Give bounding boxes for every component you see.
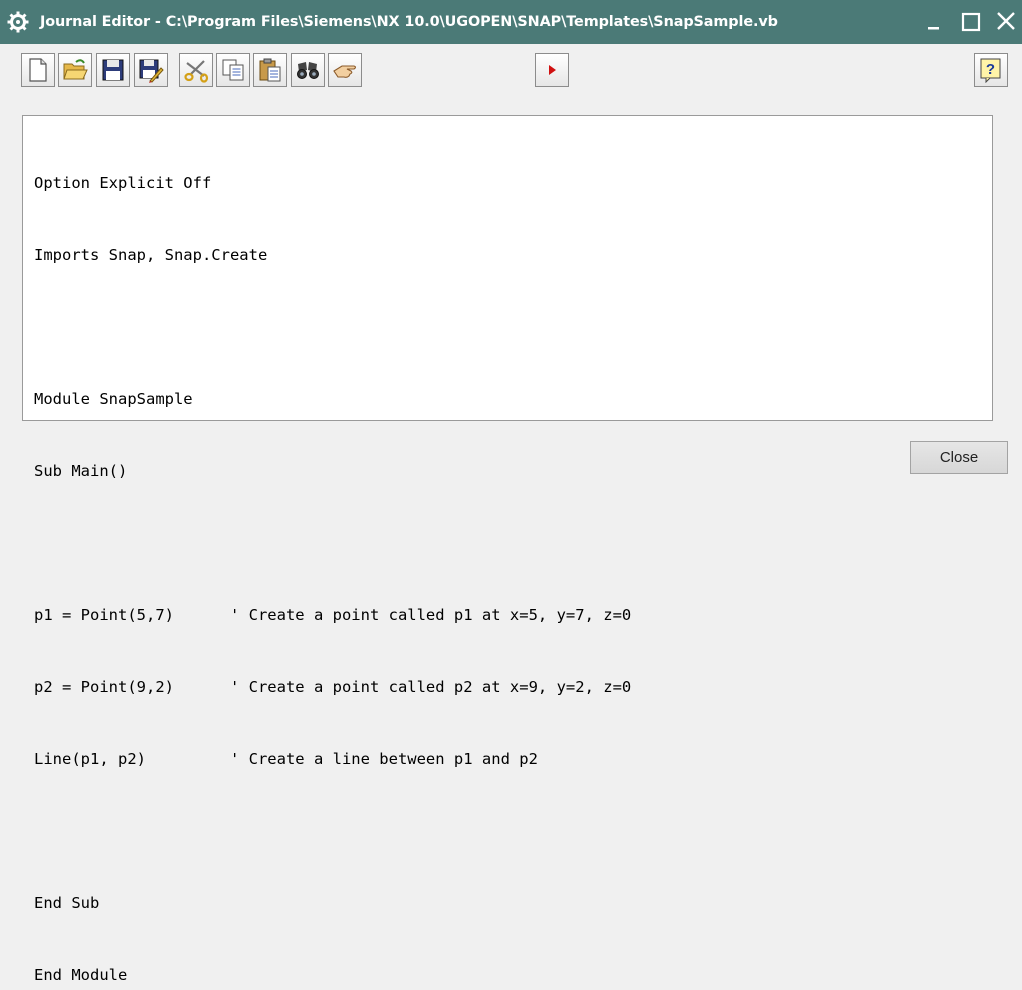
run-button[interactable] <box>535 53 569 87</box>
save-icon <box>102 59 124 81</box>
copy-icon <box>222 59 244 81</box>
hand-button[interactable] <box>328 53 362 87</box>
save-as-button[interactable] <box>134 53 168 87</box>
help-icon: ? <box>980 58 1001 83</box>
toolbar: ? <box>12 53 1016 113</box>
close-button[interactable]: Close <box>910 441 1008 474</box>
paste-button[interactable] <box>253 53 287 87</box>
save-button[interactable] <box>96 53 130 87</box>
cut-icon <box>184 60 209 83</box>
cut-button[interactable] <box>179 53 213 87</box>
hand-icon <box>333 65 357 78</box>
title-bar[interactable]: Journal Editor - C:\Program Files\Siemen… <box>0 0 1022 44</box>
copy-button[interactable] <box>216 53 250 87</box>
code-line: Sub Main() <box>34 462 128 480</box>
code-line: Line(p1, p2) ' Create a line between p1 … <box>34 750 538 768</box>
run-icon <box>549 65 556 75</box>
window-title: Journal Editor - C:\Program Files\Siemen… <box>40 14 778 30</box>
code-line: Module SnapSample <box>34 390 193 408</box>
code-line: End Sub <box>34 894 100 912</box>
find-button[interactable] <box>291 53 325 87</box>
paste-icon <box>259 58 281 82</box>
code-line: p2 = Point(9,2) ' Create a point called … <box>34 678 632 696</box>
code-line: p1 = Point(5,7) ' Create a point called … <box>34 606 632 624</box>
code-line: Option Explicit Off <box>34 174 212 192</box>
code-editor[interactable]: Option Explicit Off Imports Snap, Snap.C… <box>22 115 993 984</box>
help-button[interactable]: ? <box>974 53 1008 87</box>
minimize-icon[interactable] <box>918 7 950 37</box>
code-line: End Module <box>34 966 128 984</box>
maximize-icon[interactable] <box>955 7 987 37</box>
svg-text:?: ? <box>986 61 995 78</box>
code-line: Imports Snap, Snap.Create <box>34 246 268 264</box>
code-text: Option Explicit Off Imports Snap, Snap.C… <box>34 123 631 990</box>
open-folder-icon <box>63 59 88 80</box>
find-icon <box>297 62 319 79</box>
new-file-button[interactable] <box>21 53 55 87</box>
journal-editor-window: Journal Editor - C:\Program Files\Siemen… <box>0 0 1022 984</box>
open-button[interactable] <box>58 53 92 87</box>
new-file-icon <box>29 58 47 82</box>
close-icon[interactable] <box>990 7 1022 37</box>
gear-icon <box>7 11 29 33</box>
save-as-icon <box>139 59 164 83</box>
